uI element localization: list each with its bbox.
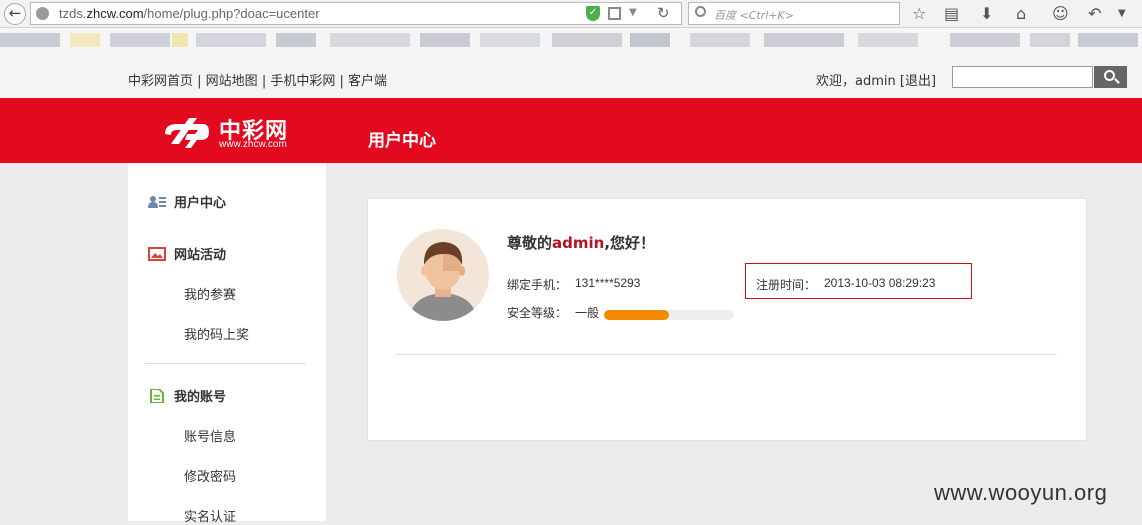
site-top-nav: 中彩网首页 | 网站地图 | 手机中彩网 | 客户端 欢迎，admin [退出]	[0, 52, 1142, 98]
security-value: 一般	[575, 306, 600, 320]
site-header: 中彩网 www.zhcw.com 用户中心	[0, 98, 1142, 163]
sidebar-item-my-prize[interactable]: 我的码上奖	[184, 324, 249, 343]
undo-icon[interactable]: ↶	[1088, 4, 1101, 23]
download-icon[interactable]: ⬇	[980, 4, 993, 23]
separator: |	[257, 74, 271, 89]
greeting-username: admin	[552, 234, 605, 252]
globe-icon	[36, 7, 49, 20]
site-search-input[interactable]	[952, 66, 1093, 88]
register-value: 2013-10-03 08:29:23	[824, 276, 936, 290]
sidebar: 用户中心 网站活动 我的参赛 我的码上奖 我的账号 账号信息 修改密码 实名认证	[128, 163, 326, 525]
qr-code-icon[interactable]	[608, 7, 621, 20]
greeting-suffix: ,您好！	[604, 234, 656, 252]
home-link[interactable]: 中彩网首页	[128, 74, 193, 89]
security-level-bar	[604, 310, 734, 320]
address-bar[interactable]: tzds.zhcw.com/home/plug.php?doac=ucenter…	[30, 2, 682, 25]
site-search-button[interactable]	[1094, 66, 1127, 88]
search-placeholder: 百度 <Ctrl+K>	[714, 9, 794, 22]
sidebar-item-change-password[interactable]: 修改密码	[184, 466, 236, 485]
browser-search-input[interactable]: 百度 <Ctrl+K>	[688, 2, 900, 25]
sidebar-item-activity[interactable]: 网站活动	[148, 244, 226, 263]
sidebar-item-account-info[interactable]: 账号信息	[184, 426, 236, 445]
logo-icon[interactable]	[163, 114, 211, 152]
document-icon	[150, 389, 164, 403]
register-label: 注册时间：	[756, 278, 817, 292]
logout-link[interactable]: [退出]	[900, 74, 936, 89]
chevron-down-icon[interactable]: ▼	[629, 7, 637, 18]
separator: |	[193, 74, 206, 89]
sidebar-item-my-account[interactable]: 我的账号	[148, 386, 226, 405]
welcome-text: 欢迎，admin [退出]	[816, 70, 936, 89]
register-time-highlight: 注册时间： 2013-10-03 08:29:23	[745, 263, 972, 299]
security-level-fill	[604, 310, 669, 320]
username: admin	[855, 74, 896, 89]
sidebar-item-real-name[interactable]: 实名认证	[184, 506, 236, 525]
mobile-site-link[interactable]: 手机中彩网	[270, 74, 335, 89]
sidebar-item-label: 我的账号	[174, 390, 227, 405]
clipboard-icon[interactable]: ▤	[944, 4, 959, 23]
page-title: 用户中心	[368, 131, 436, 151]
avatar	[397, 229, 489, 321]
sitemap-link[interactable]: 网站地图	[206, 74, 258, 89]
sidebar-item-label: 网站活动	[174, 248, 227, 263]
menu-chevron-icon[interactable]: ▼	[1118, 8, 1126, 19]
home-icon[interactable]: ⌂	[1016, 4, 1026, 23]
back-arrow-icon[interactable]: ←	[4, 3, 26, 25]
browser-toolbar: ← tzds.zhcw.com/home/plug.php?doac=ucent…	[0, 0, 1142, 28]
card-divider	[397, 354, 1057, 355]
logo-url: www.zhcw.com	[219, 139, 287, 150]
user-avatar-icon	[397, 229, 489, 321]
search-icon-handle	[1114, 78, 1120, 84]
search-icon	[695, 6, 706, 17]
client-link[interactable]: 客户端	[348, 74, 387, 89]
user-card-icon	[148, 196, 166, 208]
phone-label: 绑定手机：	[507, 278, 568, 292]
separator: |	[335, 74, 349, 89]
picture-icon	[148, 247, 166, 261]
blurred-bookmarks-bar	[0, 28, 1142, 52]
security-label: 安全等级：	[507, 306, 568, 320]
reload-icon[interactable]: ↻	[657, 4, 670, 22]
sidebar-item-label: 用户中心	[174, 196, 227, 211]
greeting: 尊敬的admin,您好！	[507, 232, 655, 253]
smiley-icon[interactable]: ☺	[1052, 4, 1069, 23]
greeting-prefix: 尊敬的	[507, 234, 553, 252]
top-links: 中彩网首页 | 网站地图 | 手机中彩网 | 客户端	[128, 70, 387, 89]
sidebar-item-user-center[interactable]: 用户中心	[148, 192, 226, 211]
shield-icon[interactable]: ✓	[586, 6, 600, 21]
star-icon[interactable]: ☆	[912, 4, 926, 23]
sidebar-item-my-contest[interactable]: 我的参赛	[184, 284, 236, 303]
watermark: www.wooyun.org	[934, 480, 1108, 505]
phone-value: 131****5293	[575, 276, 641, 290]
url-text: tzds.zhcw.com/home/plug.php?doac=ucenter	[59, 6, 320, 21]
sidebar-divider	[145, 363, 306, 364]
welcome-prefix: 欢迎，	[816, 74, 856, 89]
profile-card: 尊敬的admin,您好！ 绑定手机： 131****5293 注册时间： 201…	[367, 198, 1087, 441]
